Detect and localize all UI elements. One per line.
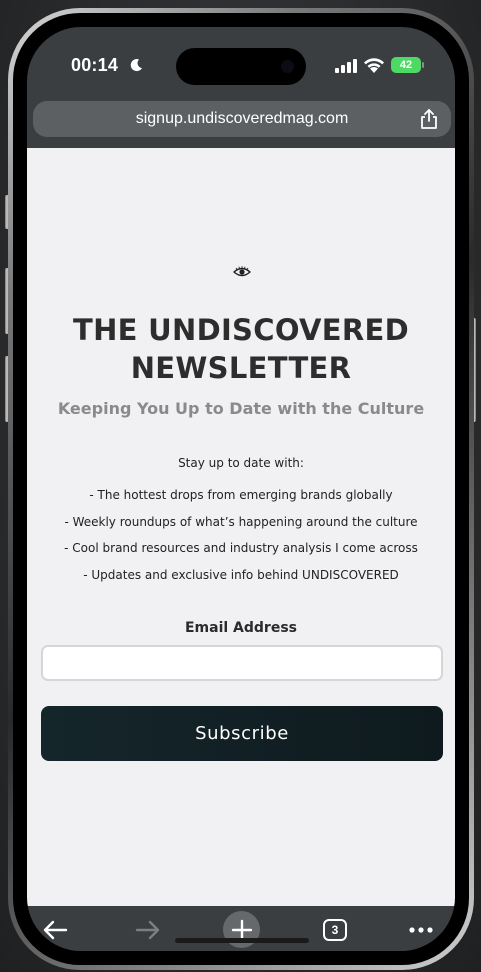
status-bar: 00:14 42 xyxy=(27,27,455,107)
more-icon xyxy=(409,927,433,933)
newsletter-subtitle: Keeping You Up to Date with the Culture xyxy=(57,399,425,418)
tab-count: 3 xyxy=(331,923,339,937)
url-bar[interactable]: signup.undiscoveredmag.com xyxy=(33,101,451,137)
intro-text: Stay up to date with: xyxy=(178,456,304,470)
email-label: Email Address xyxy=(184,620,297,636)
share-icon[interactable] xyxy=(419,108,439,130)
tabs-icon: 3 xyxy=(323,919,347,941)
title-text: THE UNDISCOVERED NEWSLETTER xyxy=(73,313,409,385)
device-stage: 00:14 42 signup.undiscoveredmag.com THE … xyxy=(0,0,481,972)
phone-screen: 00:14 42 signup.undiscoveredmag.com THE … xyxy=(27,27,455,951)
camera-icon xyxy=(281,60,294,73)
list-item: - Updates and exclusive info behind UNDI… xyxy=(83,567,399,582)
battery-icon: 42 xyxy=(391,57,421,73)
browser-toolbar: 3 xyxy=(27,906,455,951)
battery-level: 42 xyxy=(399,59,413,71)
email-field[interactable] xyxy=(41,645,443,681)
list-item: - The hottest drops from emerging brands… xyxy=(89,488,393,502)
battery-tip xyxy=(422,62,424,68)
signal-icon xyxy=(335,59,357,73)
home-indicator[interactable] xyxy=(175,938,309,943)
phone-frame: 00:14 42 signup.undiscoveredmag.com THE … xyxy=(8,8,474,970)
forward-arrow-icon xyxy=(135,920,160,940)
forward-button[interactable] xyxy=(130,912,166,948)
status-time: 00:14 xyxy=(71,55,119,75)
subscribe-button[interactable]: Subscribe xyxy=(41,706,443,761)
web-page: THE UNDISCOVERED NEWSLETTER Keeping You … xyxy=(27,148,455,906)
dynamic-island xyxy=(176,48,306,85)
back-arrow-icon xyxy=(43,920,68,940)
eye-logo-icon xyxy=(233,266,251,277)
url-text[interactable]: signup.undiscoveredmag.com xyxy=(33,101,451,137)
more-button[interactable] xyxy=(403,912,439,948)
phone-bezel: 00:14 42 signup.undiscoveredmag.com THE … xyxy=(13,13,469,965)
list-item: - Cool brand resources and industry anal… xyxy=(64,541,418,555)
back-button[interactable] xyxy=(37,912,73,948)
newsletter-title: THE UNDISCOVERED NEWSLETTER xyxy=(27,311,455,387)
bullet-list: - The hottest drops from emerging brands… xyxy=(27,482,455,588)
wifi-icon xyxy=(364,58,384,73)
list-item: - Weekly roundups of what’s happening ar… xyxy=(64,514,418,529)
tabs-button[interactable]: 3 xyxy=(317,912,353,948)
moon-icon xyxy=(130,59,142,72)
